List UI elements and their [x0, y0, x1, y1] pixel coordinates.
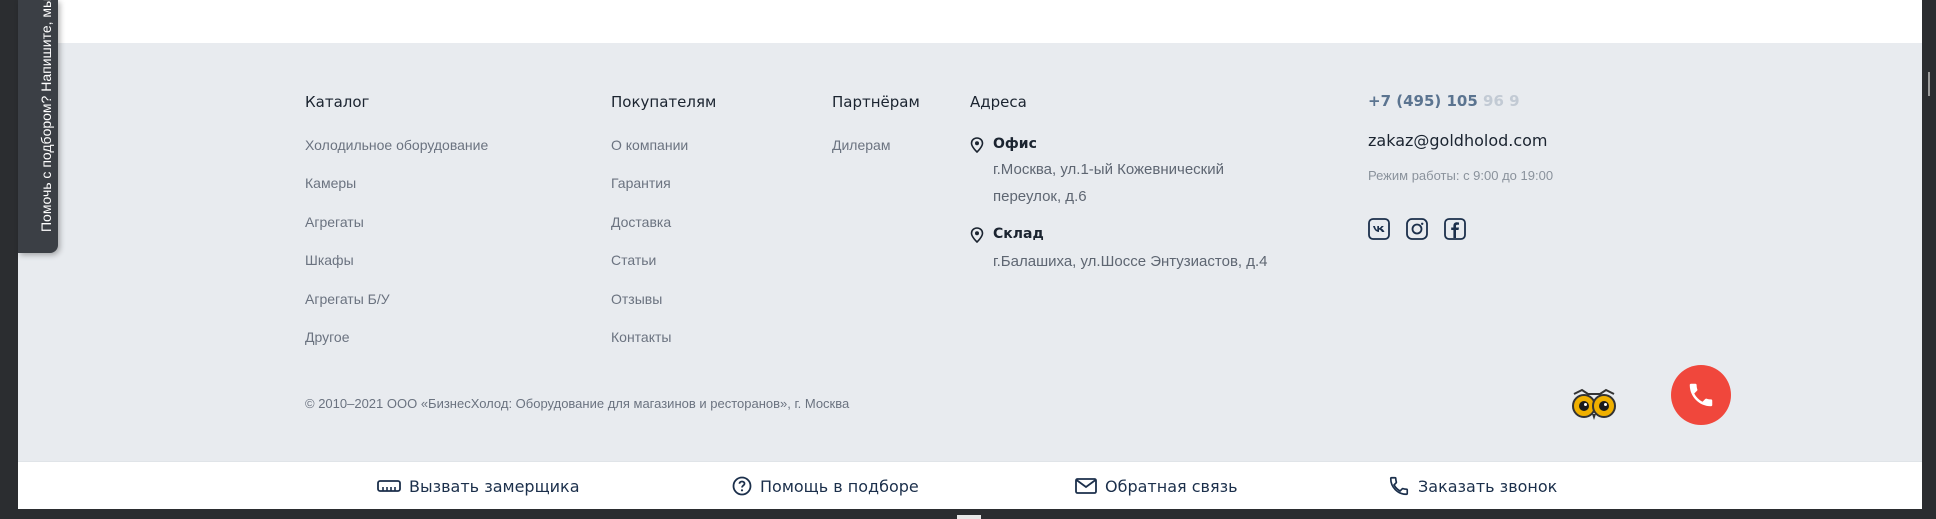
buyers-link-contacts[interactable]: Контакты	[611, 329, 671, 345]
ruler-icon	[377, 480, 401, 492]
copyright-text: © 2010–2021 ООО «БизнесХолод: Оборудован…	[305, 396, 850, 411]
call-measurer-button[interactable]: Вызвать замерщика	[377, 475, 580, 497]
feedback-button[interactable]: Обратная связь	[1075, 475, 1238, 497]
selection-help-label[interactable]: Помощь в подборе	[760, 477, 919, 496]
phone-number-visible[interactable]: +7 (495) 105	[1368, 92, 1478, 110]
phone-outline-icon	[1389, 476, 1409, 496]
office-address-line1: г.Москва, ул.1-ый Кожевнический	[993, 161, 1225, 178]
window-bottom-marker	[957, 515, 981, 519]
catalog-link-refrigeration[interactable]: Холодильное оборудование	[305, 137, 488, 153]
email-link[interactable]: zakaz@goldholod.com	[1368, 131, 1548, 150]
phone-number[interactable]: +7 (495) 105 96 9	[1368, 92, 1520, 110]
facebook-icon[interactable]	[1444, 218, 1466, 240]
owl-chat-widget-icon[interactable]	[1568, 386, 1620, 422]
catalog-link-other[interactable]: Другое	[305, 329, 349, 345]
office-address-line2: переулок, д.6	[993, 188, 1087, 205]
phone-icon	[1689, 383, 1713, 407]
map-pin-icon	[970, 137, 984, 153]
working-hours: Режим работы: с 9:00 до 19:00	[1368, 168, 1554, 183]
order-call-label[interactable]: Заказать звонок	[1418, 477, 1557, 496]
buyers-link-about[interactable]: О компании	[611, 137, 688, 153]
bottom-action-bar: Вызвать замерщика Помощь в подборе Обрат…	[18, 461, 1922, 509]
buyers-link-delivery[interactable]: Доставка	[611, 214, 671, 230]
phone-number-hidden-part[interactable]: 96 9	[1483, 92, 1520, 110]
catalog-link-units[interactable]: Агрегаты	[305, 214, 364, 230]
buyers-link-reviews[interactable]: Отзывы	[611, 291, 662, 307]
call-button[interactable]	[1671, 365, 1731, 425]
map-pin-icon	[970, 227, 984, 243]
catalog-title: Каталог	[305, 93, 370, 111]
buyers-link-articles[interactable]: Статьи	[611, 252, 656, 268]
help-side-tab[interactable]: Помочь с подбором? Напишите, мы	[18, 0, 58, 253]
call-measurer-label[interactable]: Вызвать замерщика	[409, 477, 580, 496]
envelope-icon	[1075, 478, 1097, 494]
order-call-button[interactable]: Заказать звонок	[1388, 475, 1557, 497]
warehouse-label: Склад	[993, 226, 1044, 242]
buyers-link-warranty[interactable]: Гарантия	[611, 175, 671, 191]
selection-help-button[interactable]: Помощь в подборе	[732, 475, 919, 497]
scrollbar-grip[interactable]	[1928, 72, 1930, 96]
catalog-link-chambers[interactable]: Камеры	[305, 175, 356, 191]
catalog-link-used-units[interactable]: Агрегаты Б/У	[305, 291, 390, 307]
feedback-label[interactable]: Обратная связь	[1105, 477, 1238, 496]
partners-title: Партнёрам	[832, 93, 920, 111]
page-top-area	[18, 0, 1922, 43]
help-side-tab-label[interactable]: Помочь с подбором? Напишите, мы	[38, 0, 54, 232]
catalog-link-cabinets[interactable]: Шкафы	[305, 252, 354, 268]
warehouse-address: г.Балашиха, ул.Шоссе Энтузиастов, д.4	[993, 253, 1268, 270]
question-icon	[732, 476, 752, 496]
addresses-title: Адреса	[970, 93, 1027, 111]
partners-link-dealers[interactable]: Дилерам	[832, 137, 890, 153]
office-label: Офис	[993, 136, 1037, 152]
vk-icon[interactable]	[1368, 218, 1390, 240]
instagram-icon[interactable]	[1406, 218, 1428, 240]
buyers-title: Покупателям	[611, 93, 717, 111]
